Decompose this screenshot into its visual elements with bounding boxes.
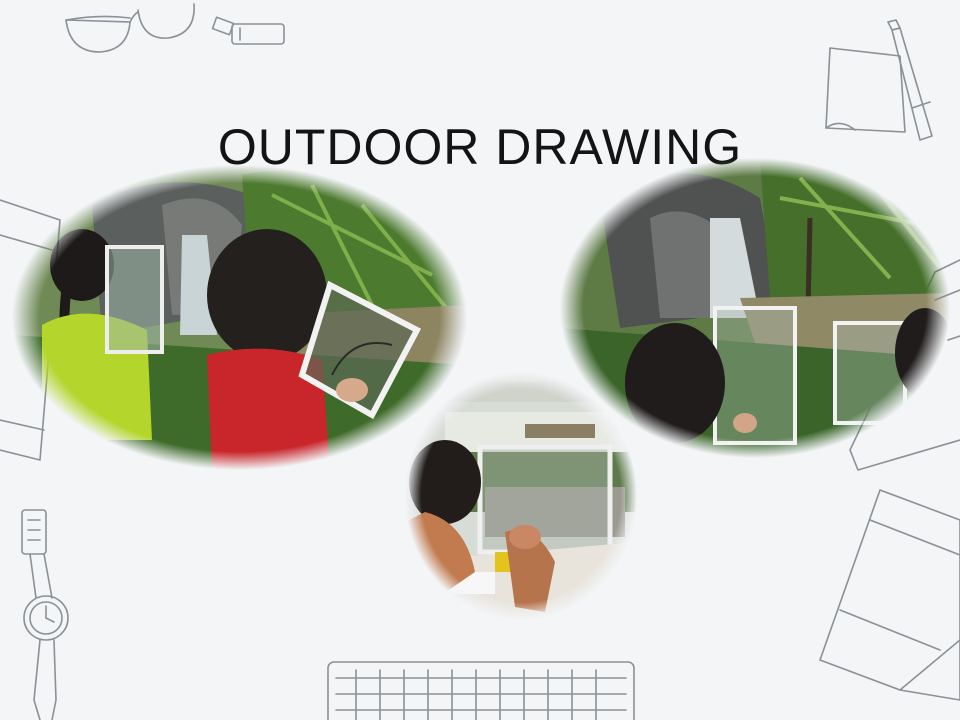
journal-icon [819, 489, 960, 701]
wristwatch-icon [21, 509, 69, 720]
usb-drive-icon [211, 16, 285, 45]
glasses-icon [65, 3, 195, 53]
photo-children-drawing-waterfall-left [12, 165, 467, 470]
keyboard-icon [327, 661, 635, 720]
photo-boy-drawing-through-frame [405, 372, 637, 620]
